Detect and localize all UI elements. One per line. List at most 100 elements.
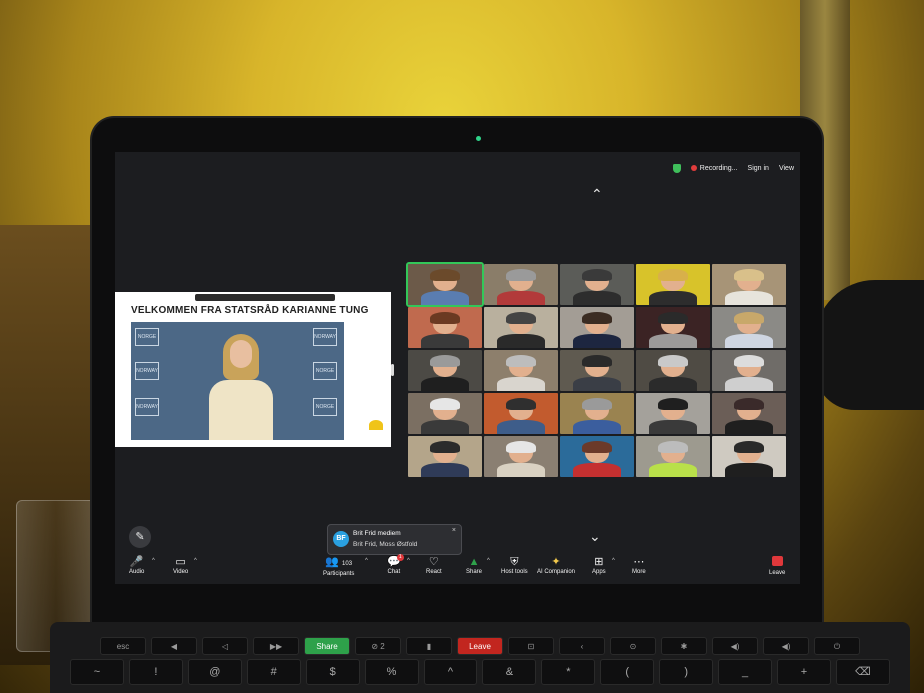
keyboard-key[interactable]: ): [659, 659, 714, 685]
apps-button[interactable]: ⊞ Apps: [592, 556, 606, 575]
touchbar-key[interactable]: ⊙: [610, 637, 656, 655]
touchbar-key[interactable]: ◀): [763, 637, 809, 655]
touchbar-key[interactable]: ✱: [661, 637, 707, 655]
heart-icon: ♡: [428, 556, 439, 568]
participant-tile[interactable]: [484, 264, 558, 305]
keyboard-key[interactable]: %: [364, 659, 419, 685]
zoom-window: Recording... Sign in View ⌃ VELKOMMEN FR…: [115, 152, 800, 584]
chat-badge: 1: [396, 554, 404, 561]
touchbar-key[interactable]: Leave: [457, 637, 503, 655]
keyboard-key[interactable]: ~: [70, 659, 124, 685]
chat-notification[interactable]: BF Brit Frid mediem Brit Frid, Moss Østf…: [327, 524, 462, 555]
keyboard-key[interactable]: !: [128, 659, 183, 685]
participant-tile[interactable]: [408, 350, 482, 391]
participant-tile[interactable]: [636, 436, 710, 477]
keyboard-key[interactable]: +: [777, 659, 831, 685]
participant-tile[interactable]: [560, 350, 634, 391]
chevron-up-icon[interactable]: ^: [194, 558, 197, 564]
participant-tile[interactable]: [560, 264, 634, 305]
view-button[interactable]: View: [779, 165, 794, 172]
chevron-up-icon[interactable]: ⌃: [591, 186, 603, 203]
participant-tile[interactable]: [408, 307, 482, 348]
participant-tile[interactable]: [408, 393, 482, 434]
participant-tile[interactable]: [484, 436, 558, 477]
keyboard-number-row: ~! @ # $% ^ & *() _ + ⌫: [70, 659, 890, 685]
screen-share-view[interactable]: VELKOMMEN FRA STATSRÅD KARIANNE TUNG NOR…: [115, 292, 391, 447]
signin-button[interactable]: Sign in: [748, 165, 769, 172]
participant-tile[interactable]: [636, 393, 710, 434]
split-resize-handle[interactable]: [391, 364, 394, 376]
pencil-icon[interactable]: ✎: [129, 526, 151, 548]
chevron-up-icon[interactable]: ^: [487, 558, 490, 564]
ai-companion-button[interactable]: ✦ AI Companion: [537, 556, 575, 575]
participants-button[interactable]: 👥 103 Participants: [323, 556, 354, 577]
chat-label: Chat: [387, 569, 401, 575]
shield-icon: [672, 164, 681, 173]
video-button[interactable]: ▭ Video: [173, 556, 188, 575]
mic-muted-icon: 🎤: [129, 556, 144, 568]
touchbar-key[interactable]: ◀: [151, 637, 197, 655]
participant-tile[interactable]: [406, 262, 484, 307]
touchbar-key[interactable]: esc: [100, 637, 146, 655]
participant-tile[interactable]: [484, 307, 558, 348]
participant-tile[interactable]: [712, 350, 786, 391]
participant-tile[interactable]: [484, 350, 558, 391]
backdrop-logo: NORGE: [313, 362, 337, 380]
backdrop-logo: NORWAY: [135, 398, 159, 416]
participant-tile[interactable]: [560, 393, 634, 434]
touchbar-key[interactable]: ◀): [712, 637, 758, 655]
host-tools-button[interactable]: ⛨ Host tools: [501, 556, 528, 575]
backdrop-logo: NORWAY: [313, 328, 337, 346]
participant-tile[interactable]: [712, 393, 786, 434]
backdrop-logo: NORGE: [135, 328, 159, 346]
more-label: More: [632, 569, 646, 575]
participant-tile[interactable]: [484, 393, 558, 434]
keyboard-key[interactable]: *: [541, 659, 596, 685]
participant-tile[interactable]: [712, 264, 786, 305]
touchbar-key[interactable]: ‹: [559, 637, 605, 655]
touchbar-key[interactable]: ▶▶: [253, 637, 299, 655]
participant-tile[interactable]: [636, 350, 710, 391]
touchbar-key[interactable]: Share screen: [304, 637, 350, 669]
keyboard-key[interactable]: _: [718, 659, 773, 685]
chevron-up-icon[interactable]: ^: [612, 558, 615, 564]
host-tools-label: Host tools: [501, 569, 528, 575]
touchbar-key[interactable]: ⊘ 2: [355, 637, 401, 655]
participant-tile[interactable]: [712, 307, 786, 348]
keyboard-key[interactable]: #: [246, 659, 301, 685]
touchbar-key[interactable]: ◁: [202, 637, 248, 655]
chevron-up-icon[interactable]: ^: [365, 558, 368, 564]
participant-tile[interactable]: [712, 436, 786, 477]
participant-tile[interactable]: [408, 436, 482, 477]
close-icon[interactable]: ×: [452, 527, 456, 534]
touchbar-key[interactable]: ▮: [406, 637, 452, 655]
keyboard-key[interactable]: &: [482, 659, 537, 685]
react-button[interactable]: ♡ React: [426, 556, 442, 575]
participant-tile[interactable]: [636, 264, 710, 305]
record-icon: [690, 165, 697, 172]
keyboard-key[interactable]: ^: [423, 659, 478, 685]
shield-icon: ⛨: [510, 556, 519, 568]
recording-indicator[interactable]: Recording...: [690, 165, 738, 172]
touchbar-key[interactable]: ⊡: [508, 637, 554, 655]
participant-tile[interactable]: [636, 307, 710, 348]
keyboard-key[interactable]: $: [305, 659, 360, 685]
share-button[interactable]: ▲ Share: [466, 556, 482, 575]
chevron-up-icon[interactable]: ^: [407, 558, 410, 564]
more-button[interactable]: ⋯ More: [632, 556, 646, 575]
audio-button[interactable]: 🎤 Audio: [129, 556, 144, 575]
chat-button[interactable]: 💬 1 Chat: [387, 554, 404, 575]
chevron-down-icon[interactable]: ⌄: [589, 528, 601, 545]
leave-button[interactable]: Leave: [769, 556, 785, 576]
participant-tile[interactable]: [560, 436, 634, 477]
keyboard-key[interactable]: @: [187, 659, 242, 685]
participant-tile[interactable]: [560, 307, 634, 348]
keyboard-key[interactable]: ⌫: [835, 659, 890, 685]
leave-label: Leave: [769, 570, 786, 576]
share-toolbar: [195, 294, 335, 301]
audio-label: Audio: [129, 569, 145, 575]
chevron-up-icon[interactable]: ^: [152, 558, 155, 564]
keyboard-key[interactable]: (: [600, 659, 655, 685]
touchbar-key[interactable]: ⏻: [814, 637, 860, 655]
avatar: BF: [333, 531, 349, 547]
